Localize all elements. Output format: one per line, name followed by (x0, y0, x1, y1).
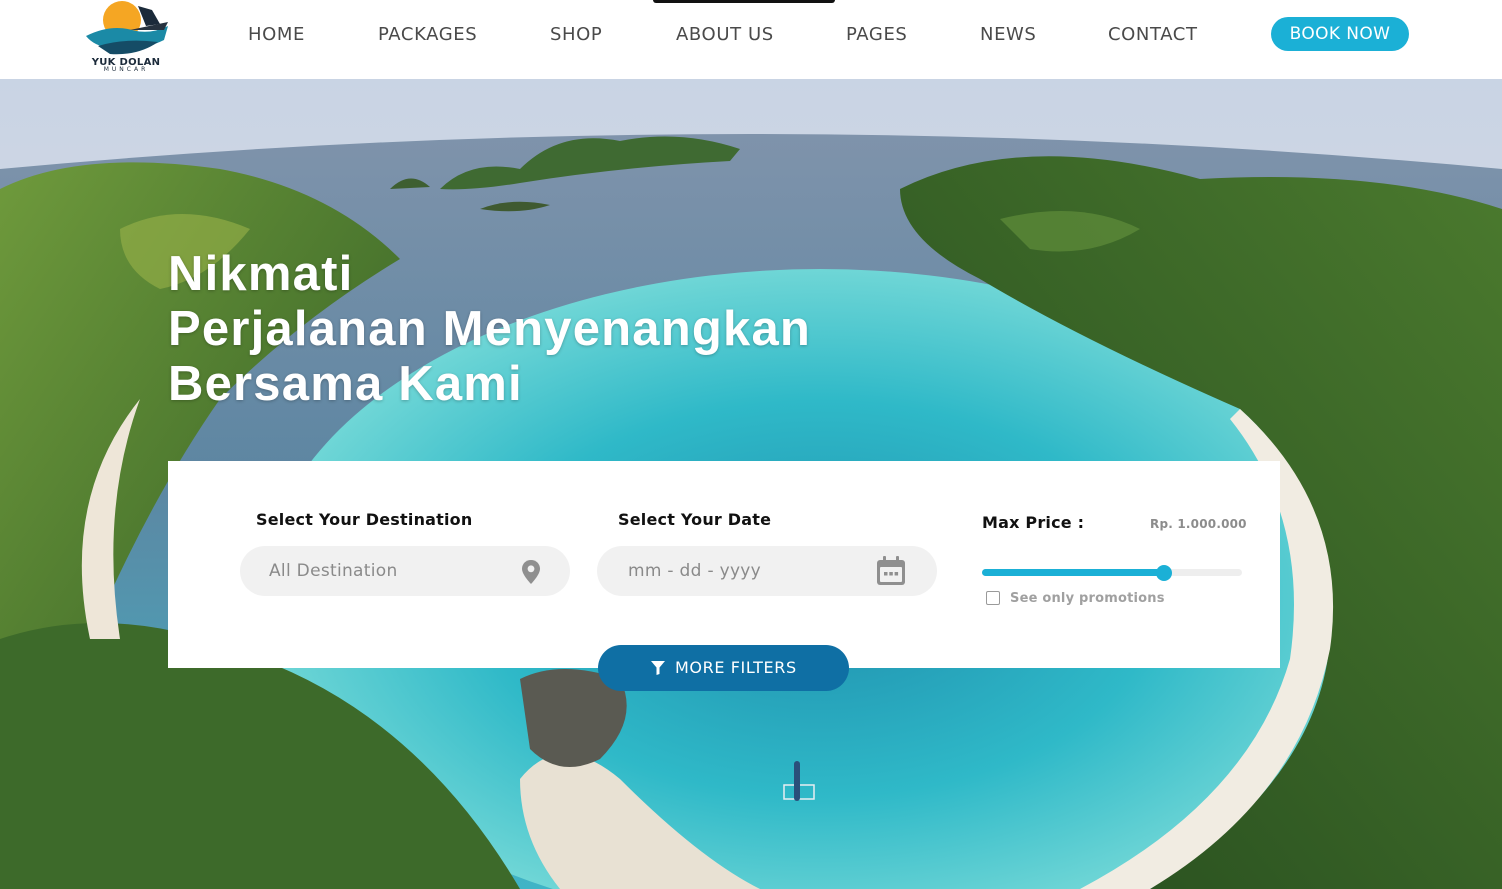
promotions-label[interactable]: See only promotions (1010, 590, 1165, 608)
hero-headline-line-1: Nikmati (168, 247, 354, 301)
book-now-button[interactable]: BOOK NOW (1271, 17, 1409, 51)
search-panel: Select Your Destination All Destination … (168, 461, 1280, 668)
date-field[interactable]: mm - dd - yyyy (597, 546, 937, 596)
active-nav-indicator (653, 0, 835, 3)
price-slider-handle[interactable] (1156, 565, 1172, 581)
logo-mark-icon (86, 1, 168, 55)
filter-icon (651, 661, 665, 675)
price-slider[interactable] (982, 565, 1242, 581)
nav-news[interactable]: NEWS (980, 22, 1036, 48)
date-label: Select Your Date (618, 510, 772, 529)
price-slider-fill (982, 569, 1164, 576)
max-price-value: Rp. 1.000.000 (1150, 517, 1247, 531)
nav-about-us[interactable]: ABOUT US (676, 22, 774, 48)
destination-select[interactable]: All Destination (240, 546, 570, 596)
logo[interactable]: YUK DOLAN MUNCAR (80, 0, 172, 76)
nav-packages[interactable]: PACKAGES (378, 22, 477, 48)
nav-home[interactable]: HOME (248, 22, 305, 48)
site-header: YUK DOLAN MUNCAR HOME PACKAGES SHOP ABOU… (0, 0, 1502, 79)
hero-headline-line-3: Bersama Kami (168, 357, 523, 411)
more-filters-label: MORE FILTERS (675, 658, 797, 677)
nav-contact[interactable]: CONTACT (1108, 22, 1198, 48)
destination-label: Select Your Destination (256, 510, 473, 529)
date-placeholder: mm - dd - yyyy (628, 561, 762, 581)
calendar-icon[interactable] (875, 555, 907, 587)
destination-placeholder: All Destination (269, 561, 398, 581)
promotions-checkbox[interactable] (986, 591, 1000, 605)
max-price-label: Max Price : (982, 513, 1085, 532)
hero-headline: Nikmati Perjalanan Menyenangkan Bersama … (168, 247, 811, 412)
hero-headline-line-2: Perjalanan Menyenangkan (168, 302, 812, 356)
nav-shop[interactable]: SHOP (550, 22, 602, 48)
nav-pages[interactable]: PAGES (846, 22, 907, 48)
logo-subtitle: MUNCAR (103, 66, 149, 73)
map-pin-icon (522, 560, 540, 584)
more-filters-button[interactable]: MORE FILTERS (598, 645, 849, 691)
